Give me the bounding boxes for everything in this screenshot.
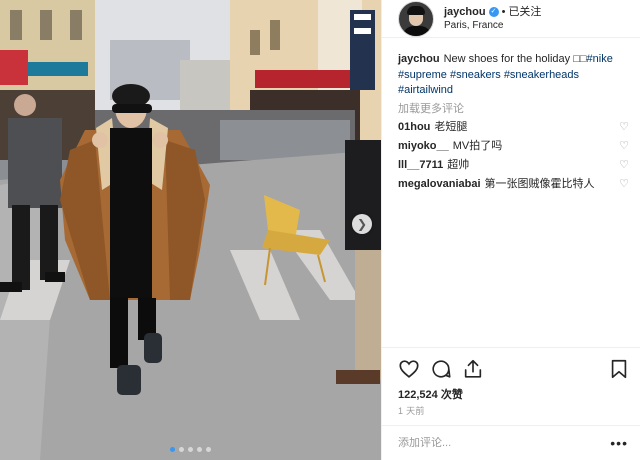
post-timestamp[interactable]: 1 天前 [398, 404, 425, 417]
post-photo[interactable]: ❯ [0, 0, 381, 460]
carousel-dot[interactable] [170, 447, 175, 452]
caption-text: New shoes for the holiday [443, 53, 574, 65]
post-header: jaychou ✓ • 已关注 Paris, France [382, 0, 640, 38]
comment-row: lll__7711 超帅 ♡ [398, 158, 630, 174]
hashtag-link[interactable]: #supreme [398, 69, 447, 81]
avatar[interactable] [398, 0, 434, 37]
comment-username[interactable]: lll__7711 [398, 159, 443, 171]
comment-like-heart-icon[interactable]: ♡ [618, 158, 630, 174]
add-comment-bar: ••• [382, 425, 640, 460]
caption-username[interactable]: jaychou [398, 53, 440, 65]
location-link[interactable]: Paris, France [444, 19, 541, 32]
comment-text: 第一张图贼像霍比特人 [484, 178, 595, 191]
following-button[interactable]: 已关注 [508, 5, 541, 19]
caption-emoji: □□ [573, 53, 587, 65]
post-sidebar: jaychou ✓ • 已关注 Paris, France jaychou New… [381, 0, 640, 460]
comment-like-heart-icon[interactable]: ♡ [618, 120, 630, 136]
comments-section: jaychou New shoes for the holiday □□#nike… [398, 52, 630, 193]
comment-row: megalovaniabai 第一张图贼像霍比特人 ♡ [398, 177, 630, 193]
heart-icon[interactable] [398, 358, 420, 380]
share-icon[interactable] [462, 358, 484, 380]
comment-text: MV拍了吗 [452, 140, 503, 153]
hashtag-link[interactable]: #sneakerheads [504, 69, 579, 81]
divider [382, 347, 640, 348]
carousel-dots [0, 447, 381, 452]
carousel-next-icon[interactable]: ❯ [352, 214, 372, 234]
header-username[interactable]: jaychou [444, 5, 486, 19]
street-photo-image [0, 0, 381, 460]
comment-row: miyoko__ MV拍了吗 ♡ [398, 139, 630, 155]
hashtag-nike[interactable]: #nike [587, 53, 613, 65]
like-count[interactable]: 122,524 次赞 [398, 386, 463, 402]
hashtag-list: #supreme #sneakers #sneakerheads #airtai… [398, 69, 579, 97]
carousel-dot[interactable] [188, 447, 193, 452]
comment-like-heart-icon[interactable]: ♡ [618, 139, 630, 155]
carousel-dot[interactable] [179, 447, 184, 452]
comment-row: 01hou 老短腿 ♡ [398, 120, 630, 136]
more-options-icon[interactable]: ••• [610, 435, 628, 451]
comment-text: 超帅 [447, 159, 470, 172]
carousel-dot[interactable] [206, 447, 211, 452]
comment-username[interactable]: 01hou [398, 121, 430, 133]
comment-username[interactable]: megalovaniabai [398, 178, 481, 190]
comment-text: 老短腿 [434, 121, 468, 134]
caption: jaychou New shoes for the holiday □□#nike… [398, 52, 630, 99]
comment-username[interactable]: miyoko__ [398, 140, 449, 152]
verified-badge-icon: ✓ [488, 6, 499, 17]
comment-list: 01hou 老短腿 ♡ miyoko__ MV拍了吗 ♡ lll__7711 超帅 ♡ megal… [398, 120, 630, 193]
hashtag-link[interactable]: #sneakers [450, 69, 501, 81]
carousel-dot[interactable] [197, 447, 202, 452]
comment-like-heart-icon[interactable]: ♡ [618, 177, 630, 193]
hashtag-link[interactable]: #airtailwind [398, 84, 453, 96]
action-bar [398, 358, 630, 380]
bookmark-icon[interactable] [608, 358, 630, 380]
comment-input[interactable] [398, 437, 611, 449]
comment-icon[interactable] [430, 358, 452, 380]
load-more-comments-button[interactable]: 加载更多评论 [398, 102, 630, 118]
header-separator: • [501, 5, 506, 18]
